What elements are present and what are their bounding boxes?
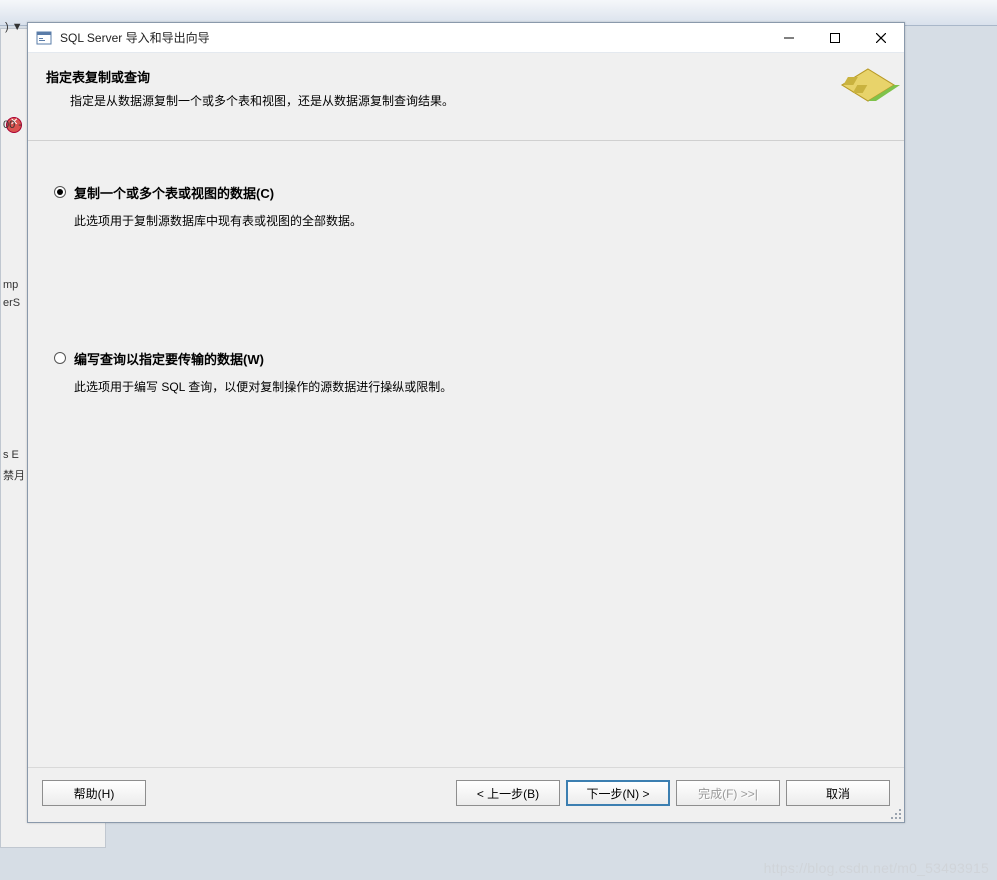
bg-frag: s E — [3, 449, 19, 461]
bg-frag: 00 - — [3, 119, 22, 131]
cancel-button[interactable]: 取消 — [786, 780, 890, 806]
help-button[interactable]: 帮助(H) — [42, 780, 146, 806]
resize-grip[interactable] — [887, 805, 901, 819]
maximize-button[interactable] — [812, 23, 858, 53]
page-subtitle: 指定是从数据源复制一个或多个表和视图，还是从数据源复制查询结果。 — [70, 92, 886, 109]
option-write-query: 编写查询以指定要传输的数据(W) 此选项用于编写 SQL 查询，以便对复制操作的… — [54, 349, 878, 395]
wizard-header: 指定表复制或查询 指定是从数据源复制一个或多个表和视图，还是从数据源复制查询结果… — [28, 53, 904, 141]
bg-frag: erS — [3, 297, 20, 309]
page-title: 指定表复制或查询 — [46, 67, 886, 86]
bg-frag: 禁月 — [3, 467, 25, 483]
back-button[interactable]: < 上一步(B) — [456, 780, 560, 806]
app-icon — [36, 30, 52, 46]
close-button[interactable] — [858, 23, 904, 53]
wizard-content: 复制一个或多个表或视图的数据(C) 此选项用于复制源数据库中现有表或视图的全部数… — [28, 141, 904, 767]
wizard-dialog: SQL Server 导入和导出向导 指定表复制或查询 指定是从数据源复制一个或… — [27, 22, 905, 823]
option-label[interactable]: 编写查询以指定要传输的数据(W) — [74, 349, 264, 368]
option-copy-tables: 复制一个或多个表或视图的数据(C) 此选项用于复制源数据库中现有表或视图的全部数… — [54, 183, 878, 229]
watermark: https://blog.csdn.net/m0_53493915 — [764, 860, 989, 876]
wizard-footer: 帮助(H) < 上一步(B) 下一步(N) > 完成(F) >>| 取消 — [28, 767, 904, 822]
bg-frag: mp — [3, 279, 18, 291]
option-label[interactable]: 复制一个或多个表或视图的数据(C) — [74, 183, 274, 202]
titlebar[interactable]: SQL Server 导入和导出向导 — [28, 23, 904, 53]
radio-write-query[interactable] — [54, 352, 66, 364]
wizard-icon — [836, 63, 900, 127]
finish-button[interactable]: 完成(F) >>| — [676, 780, 780, 806]
window-title: SQL Server 导入和导出向导 — [60, 29, 766, 46]
option-description: 此选项用于编写 SQL 查询，以便对复制操作的源数据进行操纵或限制。 — [74, 378, 878, 395]
option-description: 此选项用于复制源数据库中现有表或视图的全部数据。 — [74, 212, 878, 229]
next-button[interactable]: 下一步(N) > — [566, 780, 670, 806]
bg-frag: ) ▼ — [5, 21, 23, 33]
radio-copy-tables[interactable] — [54, 186, 66, 198]
minimize-button[interactable] — [766, 23, 812, 53]
